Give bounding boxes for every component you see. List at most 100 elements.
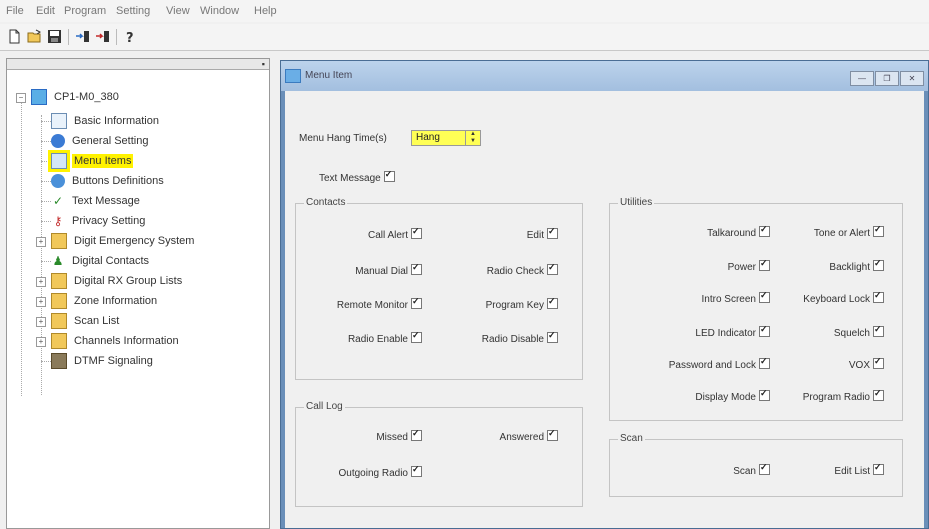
- power-option[interactable]: Power: [728, 258, 770, 273]
- edit-list-checkbox[interactable]: [873, 462, 884, 475]
- menu-setting[interactable]: Setting: [116, 5, 150, 17]
- contacts-group: Contacts Call Alert Edit Manual Dial Rad…: [295, 197, 583, 380]
- hang-time-label: Menu Hang Time(s): [299, 133, 387, 144]
- expand-scan-list-icon[interactable]: +: [36, 317, 46, 327]
- keyboard-lock-option[interactable]: Keyboard Lock: [803, 290, 884, 305]
- backlight-option[interactable]: Backlight: [829, 258, 884, 273]
- expand-zone-icon[interactable]: +: [36, 297, 46, 307]
- talkaround-option[interactable]: Talkaround: [707, 224, 770, 239]
- help-icon[interactable]: ?: [122, 28, 139, 45]
- answered-option[interactable]: Answered: [500, 428, 558, 443]
- tree-item-digital-contacts[interactable]: ♟ Digital Contacts: [51, 252, 151, 270]
- save-icon[interactable]: [46, 28, 63, 45]
- menu-view[interactable]: View: [166, 5, 190, 17]
- open-folder-icon[interactable]: [26, 28, 43, 45]
- minimize-button[interactable]: —: [850, 71, 874, 86]
- tree-root[interactable]: CP1-M0_380: [31, 88, 121, 106]
- radio-disable-checkbox[interactable]: [547, 330, 558, 343]
- tree-item-general-setting[interactable]: General Setting: [51, 132, 150, 150]
- folder-icon: [51, 313, 67, 329]
- password-and-lock-checkbox[interactable]: [759, 356, 770, 369]
- menu-file[interactable]: File: [6, 5, 24, 17]
- led-indicator-option[interactable]: LED Indicator: [695, 324, 770, 339]
- tree-root-collapse-icon[interactable]: −: [16, 93, 26, 103]
- tone-or-alert-option[interactable]: Tone or Alert: [814, 224, 884, 239]
- keyboard-lock-checkbox[interactable]: [873, 290, 884, 303]
- scan-option[interactable]: Scan: [733, 462, 770, 477]
- power-checkbox[interactable]: [759, 258, 770, 271]
- program-radio-checkbox[interactable]: [873, 388, 884, 401]
- tree-item-menu-items[interactable]: Menu Items: [48, 150, 134, 172]
- missed-checkbox[interactable]: [411, 428, 422, 441]
- scan-checkbox[interactable]: [759, 462, 770, 475]
- radio-enable-checkbox[interactable]: [411, 330, 422, 343]
- tree-item-basic-information[interactable]: Basic Information: [51, 112, 161, 130]
- radio-enable-option[interactable]: Radio Enable: [348, 330, 422, 345]
- manual-dial-option[interactable]: Manual Dial: [355, 262, 422, 277]
- tree-item-scan-list[interactable]: Scan List: [51, 312, 121, 330]
- edit-checkbox[interactable]: [547, 226, 558, 239]
- window-title: Menu Item: [305, 70, 353, 81]
- tree-item-buttons-definitions[interactable]: Buttons Definitions: [51, 172, 166, 190]
- call-alert-checkbox[interactable]: [411, 226, 422, 239]
- tree-item-dtmf-signaling[interactable]: DTMF Signaling: [51, 352, 155, 370]
- utilities-group-title: Utilities: [618, 197, 655, 208]
- call-alert-option[interactable]: Call Alert: [368, 226, 422, 241]
- tree-item-digit-emergency-system[interactable]: Digit Emergency System: [51, 232, 196, 250]
- spin-arrows-icon[interactable]: ▲ ▼: [465, 131, 480, 145]
- text-message-checkbox[interactable]: [383, 169, 395, 182]
- menu-edit[interactable]: Edit: [36, 5, 55, 17]
- remote-monitor-checkbox[interactable]: [411, 296, 422, 309]
- document-icon: [51, 113, 67, 129]
- menu-program[interactable]: Program: [64, 5, 106, 17]
- led-indicator-checkbox[interactable]: [759, 324, 770, 337]
- answered-checkbox[interactable]: [547, 428, 558, 441]
- intro-screen-checkbox[interactable]: [759, 290, 770, 303]
- squelch-checkbox[interactable]: [873, 324, 884, 337]
- tree-item-zone-information[interactable]: Zone Information: [51, 292, 159, 310]
- vox-option[interactable]: VOX: [849, 356, 884, 371]
- manual-dial-checkbox[interactable]: [411, 262, 422, 275]
- radio-check-checkbox[interactable]: [547, 262, 558, 275]
- new-file-icon[interactable]: [6, 28, 23, 45]
- radio-project-icon: [31, 89, 47, 105]
- outgoing-radio-option[interactable]: Outgoing Radio: [339, 464, 422, 479]
- tree-item-text-message[interactable]: ✓ Text Message: [51, 192, 142, 210]
- expand-rx-group-icon[interactable]: +: [36, 277, 46, 287]
- tone-or-alert-checkbox[interactable]: [873, 224, 884, 237]
- password-and-lock-option[interactable]: Password and Lock: [669, 356, 770, 371]
- hang-time-spinbox[interactable]: Hang ▲ ▼: [411, 130, 481, 146]
- missed-option[interactable]: Missed: [376, 428, 422, 443]
- program-key-checkbox[interactable]: [547, 296, 558, 309]
- outgoing-radio-checkbox[interactable]: [411, 464, 422, 477]
- toolbar: ?: [0, 24, 929, 51]
- display-mode-checkbox[interactable]: [759, 388, 770, 401]
- expand-digit-emergency-icon[interactable]: +: [36, 237, 46, 247]
- tree-item-digital-rx-group-lists[interactable]: Digital RX Group Lists: [51, 272, 184, 290]
- backlight-checkbox[interactable]: [873, 258, 884, 271]
- text-message-option[interactable]: Text Message: [319, 169, 395, 184]
- program-radio-option[interactable]: Program Radio: [803, 388, 884, 403]
- tree-item-privacy-setting[interactable]: ⚷ Privacy Setting: [51, 212, 147, 230]
- radio-check-option[interactable]: Radio Check: [487, 262, 558, 277]
- display-mode-option[interactable]: Display Mode: [695, 388, 770, 403]
- remote-monitor-option[interactable]: Remote Monitor: [337, 296, 422, 311]
- menu-help[interactable]: Help: [254, 5, 277, 17]
- talkaround-checkbox[interactable]: [759, 224, 770, 237]
- radio-disable-option[interactable]: Radio Disable: [482, 330, 558, 345]
- write-radio-icon[interactable]: [94, 28, 111, 45]
- expand-channels-icon[interactable]: +: [36, 337, 46, 347]
- restore-button[interactable]: ❐: [875, 71, 899, 86]
- vox-checkbox[interactable]: [873, 356, 884, 369]
- squelch-option[interactable]: Squelch: [834, 324, 884, 339]
- edit-option[interactable]: Edit: [527, 226, 558, 241]
- pin-icon[interactable]: ▪: [262, 59, 265, 69]
- read-radio-icon[interactable]: [74, 28, 91, 45]
- edit-list-option[interactable]: Edit List: [834, 462, 884, 477]
- tree-item-channels-information[interactable]: Channels Information: [51, 332, 181, 350]
- program-key-option[interactable]: Program Key: [486, 296, 558, 311]
- menu-window[interactable]: Window: [200, 5, 239, 17]
- intro-screen-option[interactable]: Intro Screen: [702, 290, 770, 305]
- close-button[interactable]: ✕: [900, 71, 924, 86]
- window-title-bar: Menu Item — ❐ ✕: [281, 61, 928, 91]
